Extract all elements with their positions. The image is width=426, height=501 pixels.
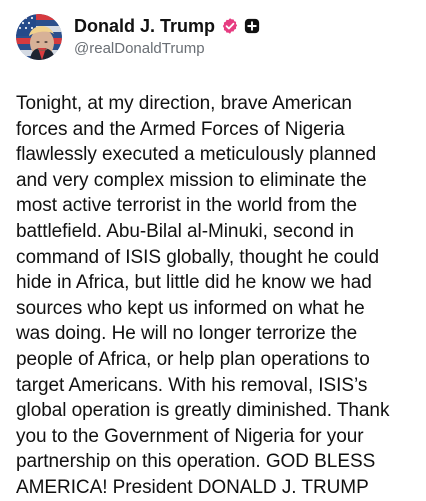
- plus-square-icon: [243, 17, 261, 35]
- post-body: Tonight, at my direction, brave American…: [16, 93, 390, 498]
- author-display-name[interactable]: Donald J. Trump: [74, 16, 215, 36]
- social-post: Donald J. Trump @realDonaldTrump Tonight…: [0, 0, 426, 500]
- verified-badge-icon: [221, 17, 239, 35]
- author-handle[interactable]: @realDonaldTrump: [74, 40, 261, 58]
- author-name-row: Donald J. Trump: [74, 16, 261, 36]
- avatar[interactable]: [16, 14, 62, 60]
- author-identity: Donald J. Trump @realDonaldTrump: [74, 16, 261, 58]
- post-header: Donald J. Trump @realDonaldTrump: [16, 14, 408, 60]
